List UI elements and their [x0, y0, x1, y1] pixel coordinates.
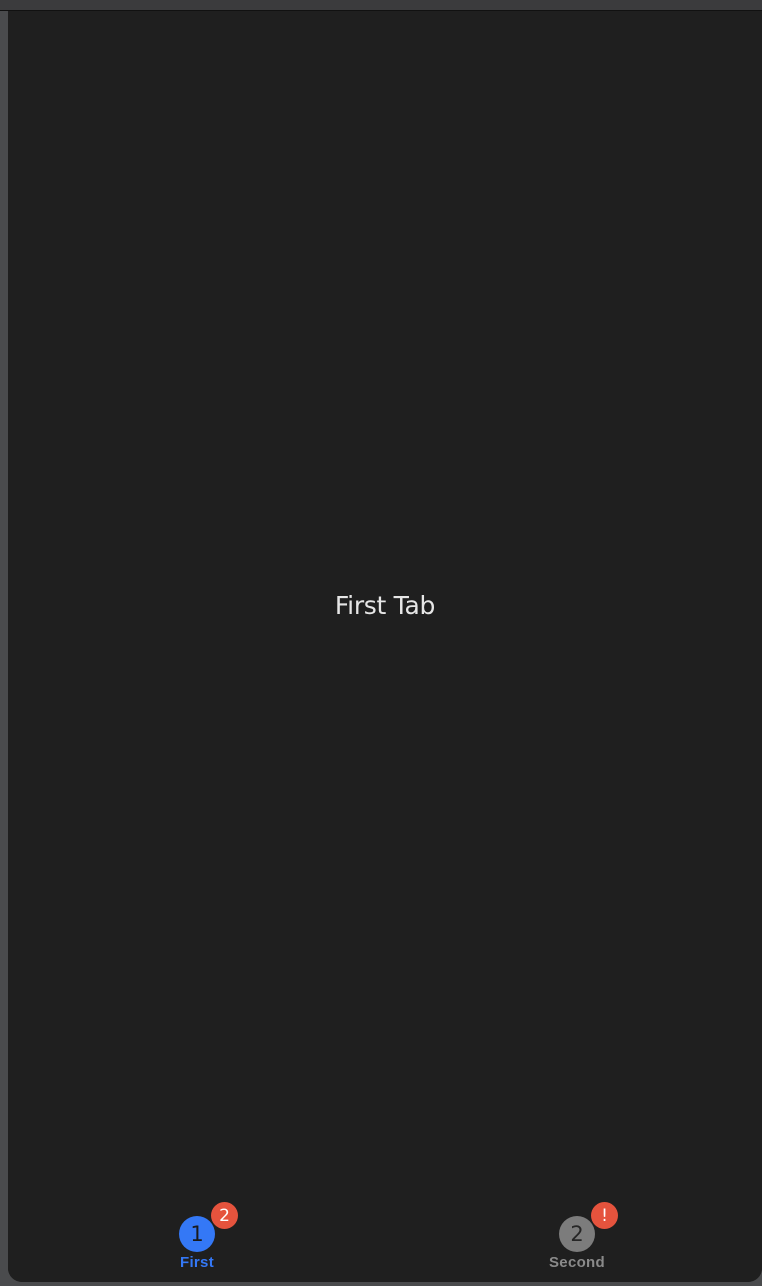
number-1-circle-icon: 1 [179, 1216, 215, 1252]
tab-label: First [179, 1254, 214, 1271]
tab-badge: 2 [211, 1202, 238, 1229]
tab-second[interactable]: 2 ! Second [517, 1202, 637, 1282]
window-top-strip [0, 0, 762, 11]
page-title: First Tab [334, 591, 436, 620]
tab-bar: 1 2 First 2 ! Second [8, 1202, 762, 1282]
tab-badge: ! [591, 1202, 618, 1229]
tab-label: Second [549, 1254, 605, 1271]
tab-first[interactable]: 1 2 First [137, 1202, 257, 1282]
number-2-circle-icon: 2 [559, 1216, 595, 1252]
app-window: First Tab 1 2 First 2 ! Second [8, 11, 762, 1282]
